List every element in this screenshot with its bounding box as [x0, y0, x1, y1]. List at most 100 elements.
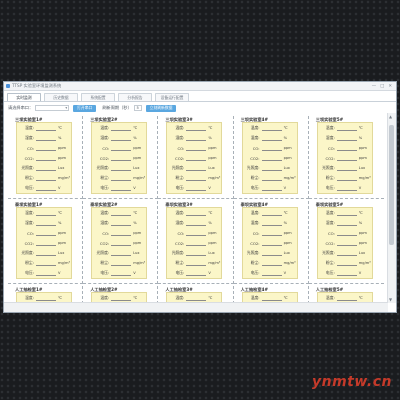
reading-row-particulates: 粉尘: mg/m³	[318, 258, 372, 268]
reading-value	[186, 175, 207, 181]
reading-unit: Lux	[358, 251, 366, 255]
reading-unit: %	[58, 221, 62, 225]
window-title: TTSP 实验室环境监测系统	[12, 83, 62, 88]
reading-unit: ℃	[208, 126, 213, 130]
reading-label: 光照度:	[322, 250, 335, 255]
reading-unit: ppm	[58, 156, 67, 160]
reading-label: 湿度:	[250, 220, 260, 225]
close-icon[interactable]: ✕	[388, 84, 392, 89]
station-cell: 人工抽检室3#温度:℃湿度:%CO:ppmCO2:ppm光照度:Lux粉尘:mg…	[158, 286, 234, 303]
reading-unit: %	[208, 136, 212, 140]
tab-history[interactable]: 历史数据	[44, 93, 78, 101]
reading-row-co: CO: ppm	[243, 143, 297, 153]
station-cell: 泰坝实验室2# 温度: ℃ 湿度:% CO: ppm CO2: ppm 光照度: Lux 粉尘: mg…	[83, 201, 159, 284]
reading-unit: ℃	[208, 296, 213, 300]
reading-value	[36, 145, 56, 151]
reading-value	[336, 145, 357, 151]
reading-unit: ppm	[133, 231, 142, 235]
reading-label: 温度:	[25, 125, 34, 130]
reading-row-power: 电压: V	[318, 268, 372, 278]
tab-config[interactable]: 系统配置	[81, 93, 115, 101]
reading-label: CO2:	[99, 240, 110, 246]
reading-unit: Lux	[283, 166, 290, 170]
reading-label: CO2:	[175, 155, 185, 161]
readings-panel: 温度: ℃ 湿度:% CO: ppm CO2: ppm 光照度: Lux 粉尘: mg/m³ 电压: V	[16, 122, 72, 194]
tab-realtime[interactable]: 实时监测	[7, 93, 41, 101]
reading-row-particulates: 粉尘: mg/m³	[17, 173, 71, 183]
tab-reports[interactable]: 分析报告	[118, 93, 152, 101]
reading-label: 电压:	[175, 270, 185, 275]
reading-value	[261, 125, 282, 131]
reading-label: 光照度:	[171, 250, 185, 255]
reading-value	[111, 145, 132, 151]
scroll-down-icon[interactable]: ▼	[389, 297, 392, 302]
reading-label: 粉尘:	[175, 175, 185, 180]
station-cell: 三坝实验室5# 温度: ℃ 湿度:% CO: ppm CO2: ppm 光照度: Lux 粉尘: mg…	[308, 116, 384, 199]
reading-label: CO:	[102, 145, 110, 151]
reading-row-co: CO: ppm	[17, 228, 71, 238]
reading-row-light: 光照度: Lux	[167, 248, 221, 258]
reading-unit: V	[133, 186, 136, 190]
reading-label: 光照度:	[246, 250, 260, 255]
reading-label: 温度:	[175, 125, 185, 130]
port-label: 请选择串口：	[8, 105, 34, 110]
reading-value	[336, 135, 357, 141]
maximize-icon[interactable]: □	[380, 84, 384, 89]
reading-unit: ppm	[133, 156, 142, 160]
reading-value	[111, 135, 132, 141]
reading-unit: %	[58, 136, 62, 140]
reading-row-temp: 温度: ℃	[318, 123, 372, 133]
reading-label: 电压:	[250, 185, 260, 190]
reading-value	[36, 210, 56, 216]
readings-panel: 温度: ℃ 湿度:% CO: ppm CO2: ppm 光照度: Lux 粉尘: mg/m³ 电压: V	[166, 122, 223, 194]
reading-row-temp: 温度: ℃	[167, 208, 221, 218]
reading-unit: Lux	[58, 166, 65, 170]
reading-unit: V	[358, 186, 362, 190]
reading-value	[36, 295, 56, 301]
title-bar: TTSP 实验室环境监测系统 — □ ✕	[4, 82, 396, 91]
tab-strip: 实时监测 历史数据 系统配置 分析报告 设备运行配置	[4, 91, 396, 102]
refresh-button[interactable]: 立刻刷新数据	[145, 104, 177, 112]
reading-row-humidity: 湿度:%	[318, 218, 372, 228]
reading-unit: %	[358, 136, 363, 140]
reading-row-power: 电压: V	[167, 183, 221, 193]
reading-value	[336, 295, 357, 301]
interval-input[interactable]: 5	[133, 105, 142, 111]
reading-label: 温度:	[25, 210, 34, 215]
reading-row-humidity: 湿度:%	[243, 218, 297, 228]
watermark: ynmtw.cn	[312, 374, 392, 390]
reading-value	[261, 185, 282, 191]
reading-value	[186, 230, 207, 236]
reading-value	[261, 145, 282, 151]
reading-label: 湿度:	[325, 135, 335, 140]
reading-unit: ppm	[283, 146, 292, 150]
open-port-button[interactable]: 打开串口	[73, 104, 97, 112]
reading-row-particulates: 粉尘: mg/m³	[17, 258, 71, 268]
vertical-scrollbar[interactable]: ▲ ▼	[387, 113, 396, 303]
tab-device-settings[interactable]: 设备运行配置	[155, 93, 189, 101]
port-select[interactable]	[35, 105, 70, 111]
reading-label: 温度:	[175, 295, 185, 300]
reading-value	[111, 165, 132, 171]
reading-label: 温度:	[100, 125, 110, 130]
reading-label: CO2:	[325, 155, 335, 161]
reading-unit: ppm	[283, 231, 292, 235]
minimize-icon[interactable]: —	[372, 84, 376, 89]
reading-unit: mg/m³	[133, 176, 146, 180]
reading-value	[111, 230, 132, 236]
reading-label: 光照度:	[96, 165, 110, 170]
readings-panel: 温度: ℃ 湿度:% CO: ppm CO2: ppm 光照度: Lux 粉尘: mg/m³ 电压: V	[241, 122, 298, 194]
readings-panel: 温度: ℃ 湿度:% CO: ppm CO2: ppm 光照度: Lux 粉尘: mg/m³ 电压: V	[91, 207, 148, 279]
reading-value	[261, 210, 282, 216]
reading-label: 温度:	[250, 125, 260, 130]
reading-row-power: 电压: V	[17, 183, 71, 193]
reading-label: 电压:	[100, 270, 110, 275]
reading-row-particulates: 粉尘: mg/m³	[243, 258, 297, 268]
scroll-thumb[interactable]	[389, 125, 394, 245]
scroll-up-icon[interactable]: ▲	[389, 114, 392, 119]
reading-label: CO2:	[325, 240, 335, 246]
reading-label: 粉尘:	[325, 175, 335, 180]
reading-label: CO2:	[175, 240, 185, 246]
reading-value	[36, 185, 56, 191]
horizontal-scrollbar[interactable]	[4, 302, 388, 312]
